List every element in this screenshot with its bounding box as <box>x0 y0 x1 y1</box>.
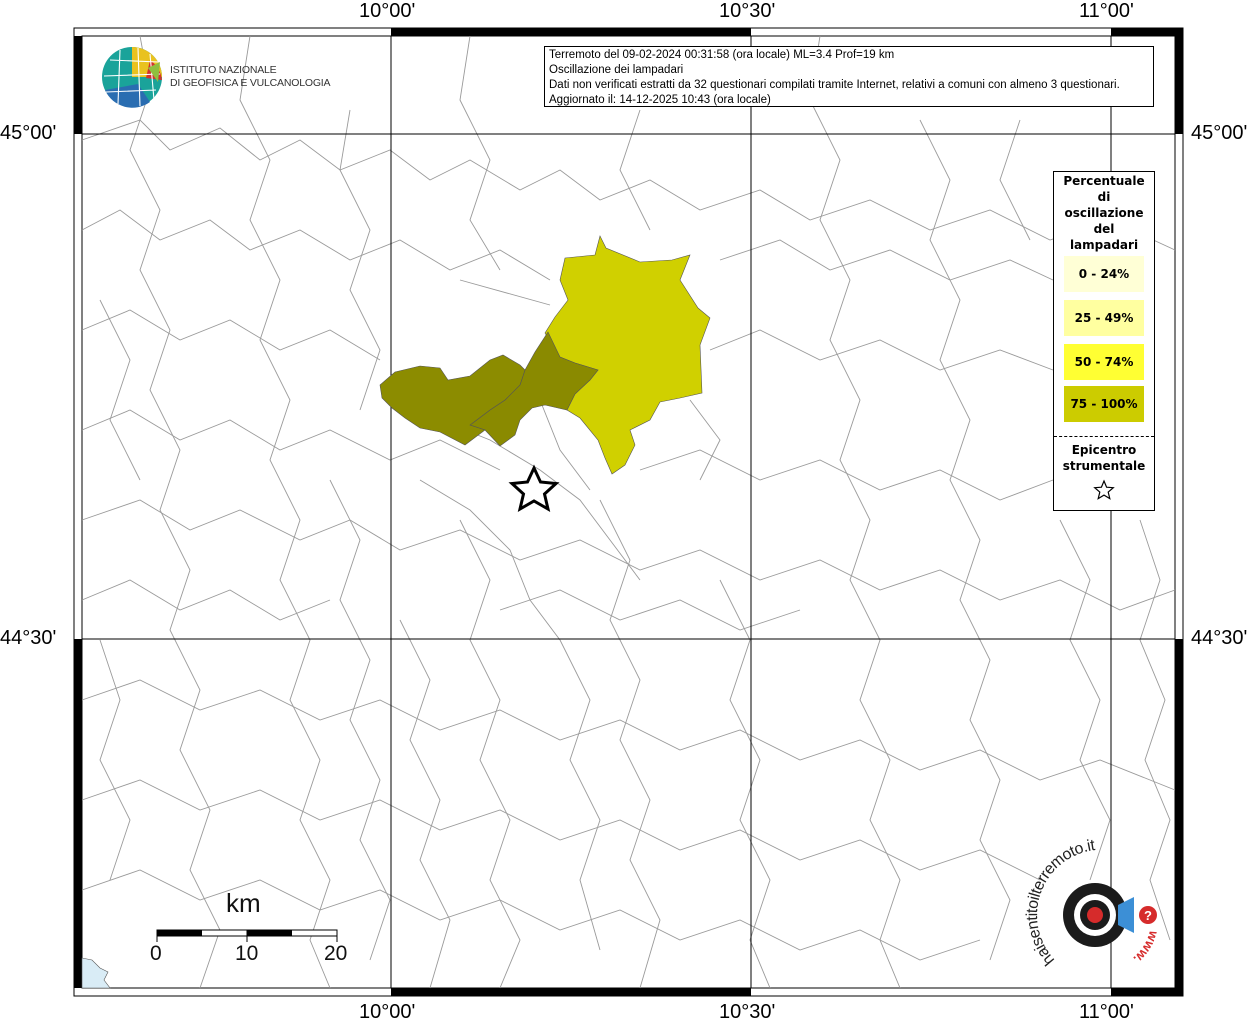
lat-label-right-1: 45°00' <box>1191 122 1248 144</box>
ingv-logo-text: ISTITUTO NAZIONALE DI GEOFISICA E VULCAN… <box>170 64 331 90</box>
legend-title-line: lampadari <box>1069 238 1139 252</box>
ingv-logo-line-2: DI GEOFISICA E VULCANOLOGIA <box>170 77 331 89</box>
legend-class-0-24: 0 - 24% <box>1064 256 1144 292</box>
event-info-box: Terremoto del 09-02-2024 00:31:58 (ora l… <box>544 46 1154 107</box>
legend-title-line: di <box>1097 190 1111 204</box>
scale-tick-0: 0 <box>150 942 162 965</box>
legend-title-line: oscillazione <box>1064 206 1144 220</box>
legend-class-75-100: 75 - 100% <box>1064 386 1144 422</box>
lon-label-bottom-1: 10°00' <box>359 1001 416 1023</box>
lat-label-left-1: 45°00' <box>0 122 57 144</box>
legend-title: Percentuale di oscillazione del lampadar… <box>1054 173 1154 253</box>
map-canvas: ? haisentitoilterremoto.it www. <box>73 27 1184 997</box>
lon-label-bottom-2: 10°30' <box>719 1001 776 1023</box>
legend-class-25-49: 25 - 49% <box>1064 300 1144 336</box>
legend-epicenter-line: strumentale <box>1062 459 1146 473</box>
legend: Percentuale di oscillazione del lampadar… <box>1053 171 1155 511</box>
lat-label-right-2: 44°30' <box>1191 627 1248 649</box>
lon-label-top-2: 10°30' <box>719 0 776 22</box>
scale-tick-10: 10 <box>235 942 259 965</box>
legend-epicenter-line: Epicentro <box>1071 443 1137 457</box>
event-info-line-1: Terremoto del 09-02-2024 00:31:58 (ora l… <box>549 49 895 61</box>
event-info-line-3: Dati non verificati estratti da 32 quest… <box>549 79 1120 91</box>
legend-separator <box>1054 436 1154 437</box>
legend-title-line: del <box>1093 222 1115 236</box>
lat-label-left-2: 44°30' <box>0 627 57 649</box>
legend-epicenter: Epicentro strumentale <box>1054 442 1154 474</box>
legend-star-icon <box>1093 479 1115 500</box>
event-info-line-4: Aggiornato il: 14-12-2025 10:43 (ora loc… <box>549 94 771 106</box>
legend-title-line: Percentuale <box>1063 174 1145 188</box>
ingv-logo-line-1: ISTITUTO NAZIONALE <box>170 64 277 76</box>
lon-label-bottom-3: 11°00' <box>1079 1001 1134 1023</box>
haisentito-mark: ? <box>1144 908 1152 923</box>
scale-tick-20: 20 <box>324 942 348 965</box>
legend-class-50-74: 50 - 74% <box>1064 344 1144 380</box>
scale-unit: km <box>226 888 261 918</box>
lon-label-top-1: 10°00' <box>359 0 416 22</box>
event-info-line-2: Oscillazione dei lampadari <box>549 64 684 76</box>
lon-label-top-3: 11°00' <box>1079 0 1134 22</box>
